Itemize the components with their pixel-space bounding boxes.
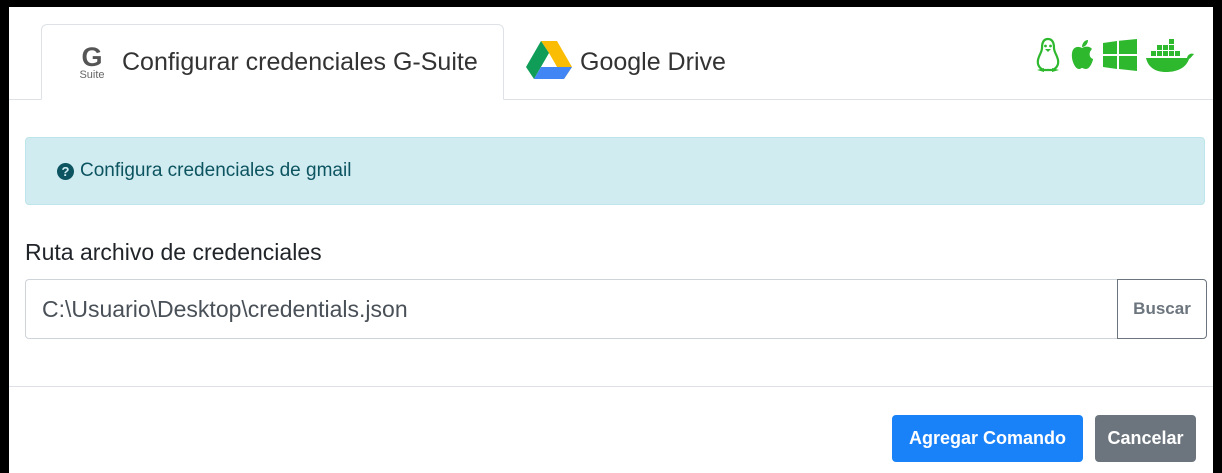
- credentials-path-input[interactable]: [25, 279, 1117, 339]
- apple-icon: [1069, 39, 1095, 76]
- tab-google-drive[interactable]: Google Drive: [526, 24, 766, 100]
- tab-gsuite-credentials[interactable]: G Suite Configurar credenciales G-Suite: [41, 24, 504, 100]
- info-alert: ? Configura credenciales de gmail: [25, 137, 1205, 205]
- google-drive-icon: [526, 40, 572, 84]
- add-command-button[interactable]: Agregar Comando: [892, 415, 1083, 462]
- cancel-button[interactable]: Cancelar: [1095, 415, 1196, 462]
- browse-button[interactable]: Buscar: [1117, 279, 1207, 339]
- modal: G Suite Configurar credenciales G-Suite …: [9, 7, 1213, 473]
- credentials-path-group: Buscar: [25, 279, 1207, 339]
- linux-icon: [1035, 37, 1061, 78]
- docker-icon: [1145, 37, 1195, 78]
- footer-divider: [9, 386, 1213, 387]
- credentials-path-label: Ruta archivo de credenciales: [25, 239, 322, 265]
- tab-label: Google Drive: [580, 47, 726, 76]
- tab-label: Configurar credenciales G-Suite: [122, 47, 478, 76]
- question-circle-icon: ?: [57, 162, 74, 180]
- tab-bar: G Suite Configurar credenciales G-Suite …: [9, 7, 1213, 100]
- alert-text: Configura credenciales de gmail: [80, 160, 352, 181]
- gsuite-icon: G Suite: [79, 41, 105, 81]
- platform-icons: [1035, 37, 1195, 78]
- windows-icon: [1103, 39, 1137, 76]
